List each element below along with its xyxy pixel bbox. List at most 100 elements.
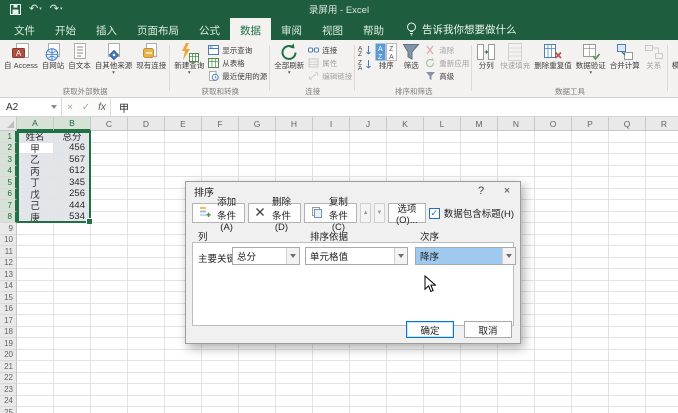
cell-P17[interactable] xyxy=(572,315,609,327)
cell-R15[interactable] xyxy=(646,292,678,304)
cell-O13[interactable] xyxy=(535,269,572,281)
cell-K25[interactable] xyxy=(387,407,424,413)
cell-E24[interactable] xyxy=(165,396,202,408)
help-button[interactable]: ? xyxy=(468,185,494,197)
row-header-22[interactable]: 22 xyxy=(0,373,17,385)
cell-I20[interactable] xyxy=(313,350,350,362)
column-header-K[interactable]: K xyxy=(387,117,424,131)
cell-A24[interactable] xyxy=(17,396,54,408)
cell-D23[interactable] xyxy=(128,384,165,396)
cell-K4[interactable] xyxy=(387,166,424,178)
cell-M2[interactable] xyxy=(461,143,498,155)
ribbon-button-sort-descending[interactable]: ZA xyxy=(358,59,372,70)
cell-J24[interactable] xyxy=(350,396,387,408)
cell-E20[interactable] xyxy=(165,350,202,362)
cell-Q5[interactable] xyxy=(609,177,646,189)
cell-F21[interactable] xyxy=(202,361,239,373)
ribbon-button-from-table[interactable]: 从表格 xyxy=(207,57,267,69)
formula-content[interactable]: 甲 xyxy=(110,98,678,116)
row-header-17[interactable]: 17 xyxy=(0,315,17,327)
cell-Q2[interactable] xyxy=(609,143,646,155)
cell-C22[interactable] xyxy=(91,373,128,385)
cell-A18[interactable] xyxy=(17,327,54,339)
cell-L3[interactable] xyxy=(424,154,461,166)
cell-B1[interactable]: 总分 xyxy=(54,131,91,143)
cell-A4[interactable]: 丙 xyxy=(17,166,54,178)
cell-N21[interactable] xyxy=(498,361,535,373)
cell-A20[interactable] xyxy=(17,350,54,362)
cell-Q1[interactable] xyxy=(609,131,646,143)
cell-B2[interactable]: 456 xyxy=(54,143,91,155)
ribbon-button-filter[interactable]: 筛选 xyxy=(400,41,422,71)
cell-O25[interactable] xyxy=(535,407,572,413)
cell-N4[interactable] xyxy=(498,166,535,178)
cell-Q12[interactable] xyxy=(609,258,646,270)
cell-B11[interactable] xyxy=(54,246,91,258)
cell-N1[interactable] xyxy=(498,131,535,143)
cell-Q24[interactable] xyxy=(609,396,646,408)
cell-F1[interactable] xyxy=(202,131,239,143)
tab-数据[interactable]: 数据 xyxy=(230,18,271,40)
column-header-J[interactable]: J xyxy=(350,117,387,131)
tab-帮助[interactable]: 帮助 xyxy=(353,18,394,40)
cell-O19[interactable] xyxy=(535,338,572,350)
row-header-18[interactable]: 18 xyxy=(0,327,17,339)
cell-A11[interactable] xyxy=(17,246,54,258)
cell-O6[interactable] xyxy=(535,189,572,201)
cell-F25[interactable] xyxy=(202,407,239,413)
cell-C19[interactable] xyxy=(91,338,128,350)
cell-G25[interactable] xyxy=(239,407,276,413)
cell-P20[interactable] xyxy=(572,350,609,362)
cell-I1[interactable] xyxy=(313,131,350,143)
cell-K22[interactable] xyxy=(387,373,424,385)
row-header-16[interactable]: 16 xyxy=(0,304,17,316)
row-header-6[interactable]: 6 xyxy=(0,189,17,201)
ribbon-button-connections[interactable]: 连接 xyxy=(307,44,352,56)
cell-E4[interactable] xyxy=(165,166,202,178)
select-all-corner[interactable] xyxy=(0,117,17,131)
cell-C12[interactable] xyxy=(91,258,128,270)
cell-K24[interactable] xyxy=(387,396,424,408)
tab-插入[interactable]: 插入 xyxy=(86,18,127,40)
cell-C15[interactable] xyxy=(91,292,128,304)
tab-文件[interactable]: 文件 xyxy=(4,18,45,40)
cell-P8[interactable] xyxy=(572,212,609,224)
cell-F3[interactable] xyxy=(202,154,239,166)
cell-I2[interactable] xyxy=(313,143,350,155)
cell-Q10[interactable] xyxy=(609,235,646,247)
cell-R12[interactable] xyxy=(646,258,678,270)
cell-O9[interactable] xyxy=(535,223,572,235)
close-icon[interactable]: × xyxy=(494,185,520,197)
row-header-8[interactable]: 8 xyxy=(0,212,17,224)
cell-P1[interactable] xyxy=(572,131,609,143)
row-header-20[interactable]: 20 xyxy=(0,350,17,362)
cell-G22[interactable] xyxy=(239,373,276,385)
cell-C17[interactable] xyxy=(91,315,128,327)
column-header-D[interactable]: D xyxy=(128,117,165,131)
cell-F2[interactable] xyxy=(202,143,239,155)
cell-A6[interactable]: 戊 xyxy=(17,189,54,201)
cell-C23[interactable] xyxy=(91,384,128,396)
cell-L23[interactable] xyxy=(424,384,461,396)
enter-entry-icon[interactable]: ✓ xyxy=(78,102,94,113)
cell-E25[interactable] xyxy=(165,407,202,413)
column-header-R[interactable]: R xyxy=(646,117,678,131)
cell-O2[interactable] xyxy=(535,143,572,155)
ribbon-button-what-if-analysis[interactable]: ?模拟分析▾ xyxy=(671,41,678,75)
cell-J3[interactable] xyxy=(350,154,387,166)
cell-H20[interactable] xyxy=(276,350,313,362)
cell-E23[interactable] xyxy=(165,384,202,396)
cell-D6[interactable] xyxy=(128,189,165,201)
tell-me-box[interactable]: 告诉我你想要做什么 xyxy=(406,18,517,40)
cell-G4[interactable] xyxy=(239,166,276,178)
cell-O11[interactable] xyxy=(535,246,572,258)
column-header-M[interactable]: M xyxy=(461,117,498,131)
cell-H22[interactable] xyxy=(276,373,313,385)
cell-R23[interactable] xyxy=(646,384,678,396)
ribbon-button-text-file[interactable]: 自文本 xyxy=(67,41,92,71)
cell-P12[interactable] xyxy=(572,258,609,270)
cell-C1[interactable] xyxy=(91,131,128,143)
column-header-L[interactable]: L xyxy=(424,117,461,131)
cell-I4[interactable] xyxy=(313,166,350,178)
cell-L24[interactable] xyxy=(424,396,461,408)
